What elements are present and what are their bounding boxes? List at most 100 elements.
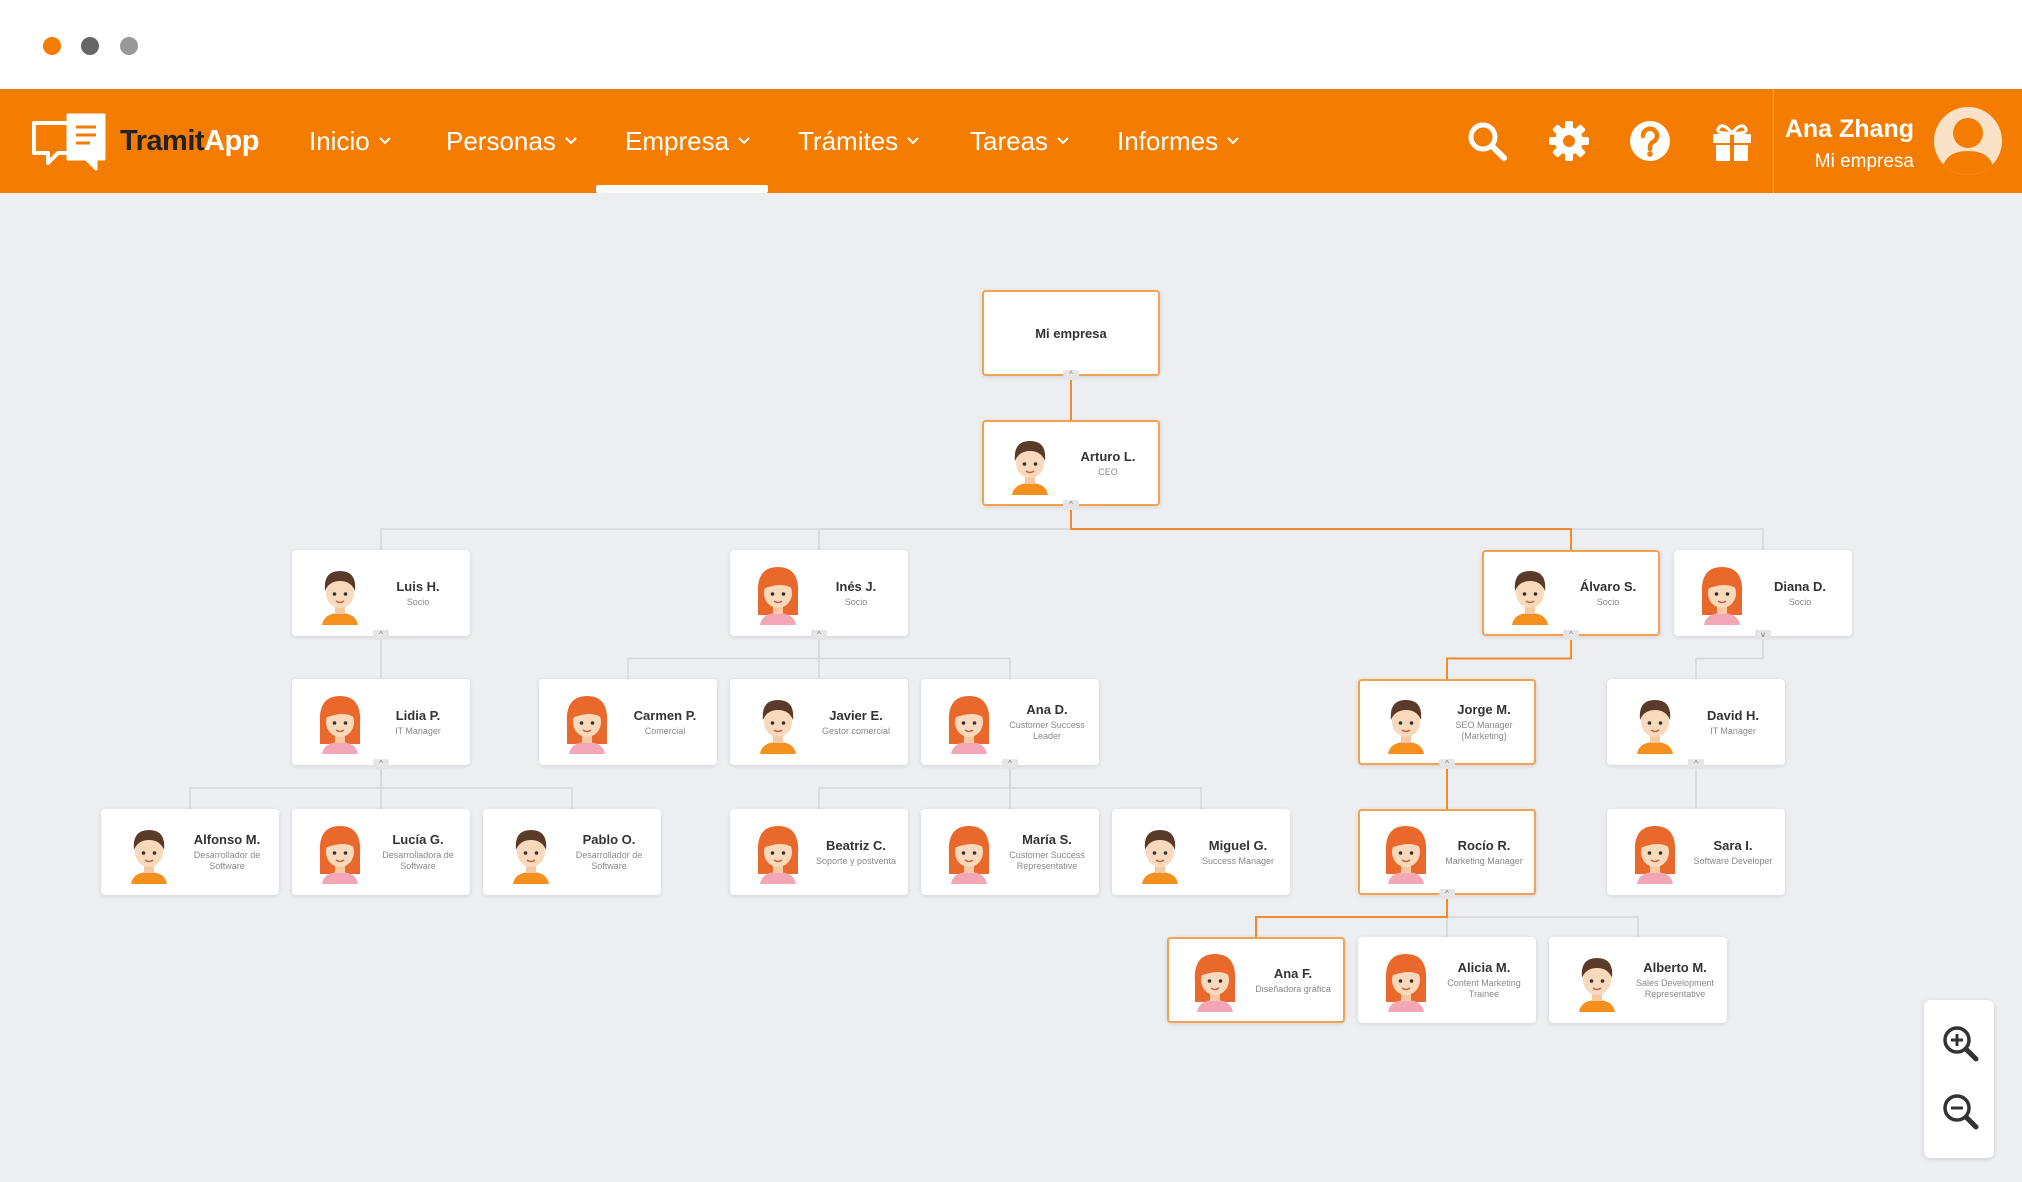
org-chart-canvas[interactable]: Mi empresa ^ Arturo L. CEO ^ Luis H. Socio ^…: [0, 193, 2022, 1182]
org-node-david[interactable]: David H. IT Manager ^: [1607, 679, 1785, 769]
collapse-toggle[interactable]: ^: [1563, 630, 1579, 640]
app-logo[interactable]: TramitApp: [30, 109, 259, 173]
org-node-jorge[interactable]: Jorge M. SEO Manager (Marketing) ^: [1358, 679, 1536, 769]
nav-item-label: Tareas: [970, 125, 1049, 156]
collapse-toggle[interactable]: ^: [1063, 370, 1079, 380]
org-node-anaf[interactable]: Ana F. Diseñadora gráfica: [1167, 937, 1345, 1023]
org-node-name: Álvaro S.: [1579, 578, 1637, 594]
nav-item-empresa[interactable]: Empresa: [625, 89, 751, 193]
org-node-pablo[interactable]: Pablo O. Desarrollador de Software: [483, 809, 661, 895]
org-node-name: Sara I.: [1713, 837, 1753, 853]
connector-anad-miguel: [1009, 767, 1202, 809]
user-icon: [1942, 118, 1994, 175]
help-icon[interactable]: [1628, 119, 1672, 163]
user-name[interactable]: Ana Zhang: [1785, 115, 1914, 144]
chevron-down-icon: [565, 137, 577, 145]
org-node-arturo[interactable]: Arturo L. CEO ^: [982, 420, 1160, 510]
org-node-name: Pablo O.: [582, 832, 636, 847]
org-node-ines[interactable]: Inés J. Socio ^: [730, 550, 908, 640]
app-name: TramitApp: [120, 124, 259, 157]
org-node-anad[interactable]: Ana D. Customer Success Leader ^: [921, 679, 1099, 769]
collapse-toggle[interactable]: ^: [1002, 759, 1018, 769]
chevron-down-icon: [1057, 137, 1069, 145]
org-node-root[interactable]: Mi empresa ^: [982, 290, 1160, 380]
org-node-alicia[interactable]: Alicia M. Content Marketing Trainee: [1358, 937, 1536, 1023]
male-avatar-icon: [1128, 820, 1192, 884]
collapse-toggle[interactable]: ^: [373, 759, 389, 769]
nav-item-informes[interactable]: Informes: [1117, 89, 1240, 193]
male-avatar-icon: [998, 431, 1062, 495]
org-node-name: Mi empresa: [1035, 325, 1107, 341]
window-maximize-dot[interactable]: [120, 37, 138, 55]
nav-item-personas[interactable]: Personas: [446, 89, 578, 193]
collapse-toggle[interactable]: ^: [811, 630, 827, 640]
org-node-name: Beatriz C.: [826, 837, 886, 853]
collapse-toggle[interactable]: ^: [373, 630, 389, 640]
org-node-role: Soporte y postventa: [815, 855, 897, 866]
org-node-beatriz[interactable]: Beatriz C. Soporte y postventa: [730, 809, 908, 895]
org-node-rocio[interactable]: Rocío R. Marketing Manager ^: [1358, 809, 1536, 899]
org-node-lucia[interactable]: Lucía G. Desarrolladora de Software: [292, 809, 470, 895]
org-node-luis[interactable]: Luis H. Socio ^: [292, 550, 470, 640]
org-node-lidia[interactable]: Lidia P. IT Manager ^: [292, 679, 470, 769]
female-avatar-icon: [1374, 948, 1438, 1012]
nav-item-inicio[interactable]: Inicio: [309, 89, 392, 193]
collapse-toggle[interactable]: ^: [1439, 759, 1455, 769]
female-avatar-icon: [1623, 820, 1687, 884]
female-avatar-icon: [937, 820, 1001, 884]
nav-item-tramites[interactable]: Trámites: [798, 89, 920, 193]
connector-arturo-alvaro: [1070, 508, 1572, 550]
connector-lidia-alfonso: [189, 767, 382, 809]
org-node-sara[interactable]: Sara I. Software Developer: [1607, 809, 1785, 895]
female-avatar-icon: [308, 820, 372, 884]
nav-item-label: Informes: [1117, 125, 1219, 156]
org-node-alberto[interactable]: Alberto M. Sales Development Representati…: [1549, 937, 1727, 1023]
female-avatar-icon: [746, 561, 810, 625]
chevron-down-icon: [378, 137, 391, 145]
gear-icon[interactable]: [1547, 119, 1591, 163]
org-node-javier[interactable]: Javier E. Gestor comercial: [730, 679, 908, 765]
nav-active-indicator: [596, 185, 768, 193]
org-node-name: María S.: [1022, 832, 1072, 847]
connector-alvaro-jorge: [1446, 638, 1572, 679]
zoom-in-icon[interactable]: [1941, 1024, 1979, 1062]
connector-ines-anad: [818, 638, 1011, 679]
org-node-name: Miguel G.: [1208, 837, 1268, 853]
org-node-diana[interactable]: Diana D. Socio v: [1674, 550, 1852, 640]
user-avatar[interactable]: [1934, 107, 2002, 175]
org-node-name: Rocío R.: [1457, 837, 1511, 853]
org-node-miguel[interactable]: Miguel G. Success Manager: [1112, 809, 1290, 895]
org-node-carmen[interactable]: Carmen P. Comercial: [539, 679, 717, 765]
male-avatar-icon: [1498, 561, 1562, 625]
connector-anad-beatriz: [818, 767, 1011, 809]
connector-arturo-luis: [380, 508, 1072, 550]
org-node-alfonso[interactable]: Alfonso M. Desarrollador de Software: [101, 809, 279, 895]
female-avatar-icon: [1374, 820, 1438, 884]
org-node-name: Inés J.: [835, 578, 877, 594]
org-node-name: Luis H.: [396, 578, 440, 594]
collapse-toggle[interactable]: ^: [1063, 500, 1079, 510]
user-company[interactable]: Mi empresa: [1815, 151, 1914, 173]
org-node-role: Comercial: [644, 725, 686, 736]
org-node-role: Content Marketing Trainee: [1447, 978, 1521, 999]
chevron-down-icon: [738, 137, 750, 145]
connector-lidia-pablo: [380, 767, 573, 809]
gift-icon[interactable]: [1710, 119, 1754, 163]
collapse-toggle[interactable]: v: [1755, 630, 1771, 640]
window-close-dot[interactable]: [43, 37, 61, 55]
window-minimize-dot[interactable]: [81, 37, 99, 55]
collapse-toggle[interactable]: ^: [1688, 759, 1704, 769]
chat-bubbles-icon: [32, 113, 106, 171]
org-node-name: David H.: [1706, 707, 1759, 723]
org-node-name: Alberto M.: [1643, 960, 1707, 975]
search-icon[interactable]: [1465, 119, 1509, 163]
zoom-controls: [1924, 1000, 1994, 1158]
org-node-role: IT Manager: [395, 725, 441, 736]
window-titlebar: [0, 0, 2022, 89]
nav-item-tareas[interactable]: Tareas: [970, 89, 1070, 193]
collapse-toggle[interactable]: ^: [1439, 889, 1455, 899]
org-node-role: Socio: [844, 596, 868, 607]
org-node-maria[interactable]: María S. Customer Success Representative: [921, 809, 1099, 895]
zoom-out-icon[interactable]: [1941, 1092, 1979, 1130]
org-node-alvaro[interactable]: Álvaro S. Socio ^: [1482, 550, 1660, 640]
